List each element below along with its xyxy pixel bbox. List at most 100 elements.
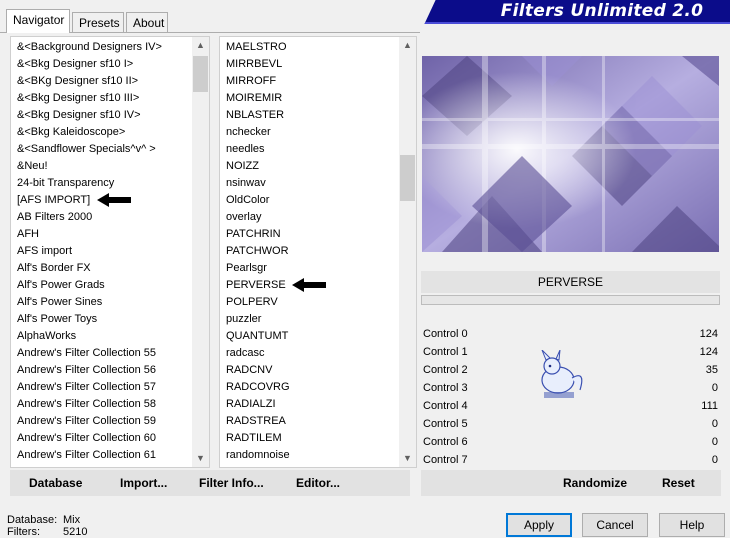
- control-label: Control 0: [423, 328, 468, 340]
- app-title: Filters Unlimited 2.0: [500, 1, 704, 21]
- list-item[interactable]: Alf's Power Toys: [11, 311, 209, 328]
- list-item[interactable]: &<Sandflower Specials^v^ >: [11, 141, 209, 158]
- cancel-button[interactable]: Cancel: [582, 513, 648, 537]
- list-item[interactable]: &<BKg Designer sf10 II>: [11, 73, 209, 90]
- scroll-down-icon[interactable]: ▼: [192, 450, 209, 467]
- list-item[interactable]: MIRROFF: [220, 73, 416, 90]
- list-item[interactable]: Andrew's Filter Collection 58: [11, 396, 209, 413]
- list-item[interactable]: AFS import: [11, 243, 209, 260]
- list-item[interactable]: nsinwav: [220, 175, 416, 192]
- category-scrollbar[interactable]: ▲ ▼: [192, 37, 209, 467]
- list-item[interactable]: radcasc: [220, 345, 416, 362]
- list-item[interactable]: &<Background Designers IV>: [11, 39, 209, 56]
- control-value: 0: [711, 436, 718, 448]
- list-item[interactable]: RADTILEM: [220, 430, 416, 447]
- tab-presets[interactable]: Presets: [72, 12, 124, 32]
- control-label: Control 1: [423, 346, 468, 358]
- control-row[interactable]: Control 6 0: [421, 434, 720, 452]
- list-item[interactable]: Andrew's Filter Collection 55: [11, 345, 209, 362]
- editor-button[interactable]: Editor...: [296, 476, 340, 490]
- control-label: Control 3: [423, 382, 468, 394]
- arrow-pointer-icon: [97, 193, 131, 207]
- scroll-up-icon[interactable]: ▲: [399, 37, 416, 54]
- status-filters: Filters: 5210: [7, 526, 88, 538]
- list-item[interactable]: Andrew's Filter Collection 59: [11, 413, 209, 430]
- list-item[interactable]: MOIREMIR: [220, 90, 416, 107]
- control-row[interactable]: Control 0 124: [421, 326, 720, 344]
- list-item[interactable]: PATCHRIN: [220, 226, 416, 243]
- filter-toolbar: Database Import... Filter Info... Editor…: [10, 470, 410, 496]
- list-item[interactable]: AB Filters 2000: [11, 209, 209, 226]
- list-item[interactable]: Alf's Border FX: [11, 260, 209, 277]
- control-label: Control 4: [423, 400, 468, 412]
- mascot-watermark-icon: [541, 350, 583, 398]
- arrow-pointer-icon: [292, 278, 326, 292]
- list-item[interactable]: Andrew's Filter Collection 61: [11, 447, 209, 464]
- control-toolbar: Randomize Reset: [421, 470, 721, 496]
- help-button[interactable]: Help: [659, 513, 725, 537]
- list-item[interactable]: &<Bkg Designer sf10 IV>: [11, 107, 209, 124]
- import-button[interactable]: Import...: [120, 476, 167, 490]
- control-value: 0: [711, 418, 718, 430]
- list-item[interactable]: RADSTREA: [220, 413, 416, 430]
- apply-button[interactable]: Apply: [506, 513, 572, 537]
- list-item[interactable]: RADCOVRG: [220, 379, 416, 396]
- list-item[interactable]: MAELSTRO: [220, 39, 416, 56]
- tab-about[interactable]: About: [126, 12, 168, 32]
- list-item[interactable]: PATCHWOR: [220, 243, 416, 260]
- scroll-thumb[interactable]: [400, 155, 415, 201]
- list-item[interactable]: RADCNV: [220, 362, 416, 379]
- control-row[interactable]: Control 7 0: [421, 452, 720, 470]
- filter-info-button[interactable]: Filter Info...: [199, 476, 264, 490]
- control-label: Control 6: [423, 436, 468, 448]
- list-item[interactable]: puzzler: [220, 311, 416, 328]
- list-item[interactable]: NBLASTER: [220, 107, 416, 124]
- list-item[interactable]: &<Bkg Designer sf10 I>: [11, 56, 209, 73]
- control-label: Control 2: [423, 364, 468, 376]
- filter-name-label: PERVERSE: [421, 271, 720, 293]
- reset-button[interactable]: Reset: [662, 476, 695, 490]
- status-database: Database: Mix: [7, 514, 81, 526]
- list-item[interactable]: Andrew's Filter Collection 56: [11, 362, 209, 379]
- list-item[interactable]: &Neu!: [11, 158, 209, 175]
- tab-navigator[interactable]: Navigator: [6, 9, 70, 33]
- list-item[interactable]: Alf's Power Grads: [11, 277, 209, 294]
- list-item[interactable]: Andrew's Filter Collection 60: [11, 430, 209, 447]
- control-label: Control 5: [423, 418, 468, 430]
- control-value: 0: [711, 382, 718, 394]
- scroll-thumb[interactable]: [193, 56, 208, 92]
- list-item[interactable]: OldColor: [220, 192, 416, 209]
- list-item[interactable]: overlay: [220, 209, 416, 226]
- list-item[interactable]: POLPERV: [220, 294, 416, 311]
- list-item[interactable]: &<Bkg Designer sf10 III>: [11, 90, 209, 107]
- category-list[interactable]: &<Background Designers IV> &<Bkg Designer…: [10, 36, 210, 468]
- control-value: 124: [699, 346, 718, 358]
- database-button[interactable]: Database: [29, 476, 82, 490]
- list-item[interactable]: Andrew's Filter Collection 57: [11, 379, 209, 396]
- control-row[interactable]: Control 5 0: [421, 416, 720, 434]
- list-item[interactable]: AFH: [11, 226, 209, 243]
- randomize-button[interactable]: Randomize: [563, 476, 627, 490]
- list-item[interactable]: NOIZZ: [220, 158, 416, 175]
- list-item[interactable]: Alf's Power Sines: [11, 294, 209, 311]
- list-item[interactable]: RADIALZI: [220, 396, 416, 413]
- filter-scrollbar[interactable]: ▲ ▼: [399, 37, 416, 467]
- filter-list[interactable]: MAELSTRO MIRRBEVL MIRROFF MOIREMIR NBLASTER n…: [219, 36, 417, 468]
- list-item[interactable]: &<Bkg Kaleidoscope>: [11, 124, 209, 141]
- control-value: 0: [711, 454, 718, 466]
- list-item[interactable]: randomnoise: [220, 447, 416, 464]
- control-value: 111: [701, 400, 718, 412]
- list-item[interactable]: nchecker: [220, 124, 416, 141]
- scroll-up-icon[interactable]: ▲: [192, 37, 209, 54]
- progress-bar: [421, 295, 720, 305]
- scroll-down-icon[interactable]: ▼: [399, 450, 416, 467]
- list-item[interactable]: 24-bit Transparency: [11, 175, 209, 192]
- title-banner: Filters Unlimited 2.0: [424, 0, 730, 24]
- list-item[interactable]: AlphaWorks: [11, 328, 209, 345]
- list-item[interactable]: MIRRBEVL: [220, 56, 416, 73]
- control-value: 35: [705, 364, 718, 376]
- list-item[interactable]: QUANTUMT: [220, 328, 416, 345]
- list-item[interactable]: Pearlsgr: [220, 260, 416, 277]
- list-item[interactable]: needles: [220, 141, 416, 158]
- control-value: 124: [699, 328, 718, 340]
